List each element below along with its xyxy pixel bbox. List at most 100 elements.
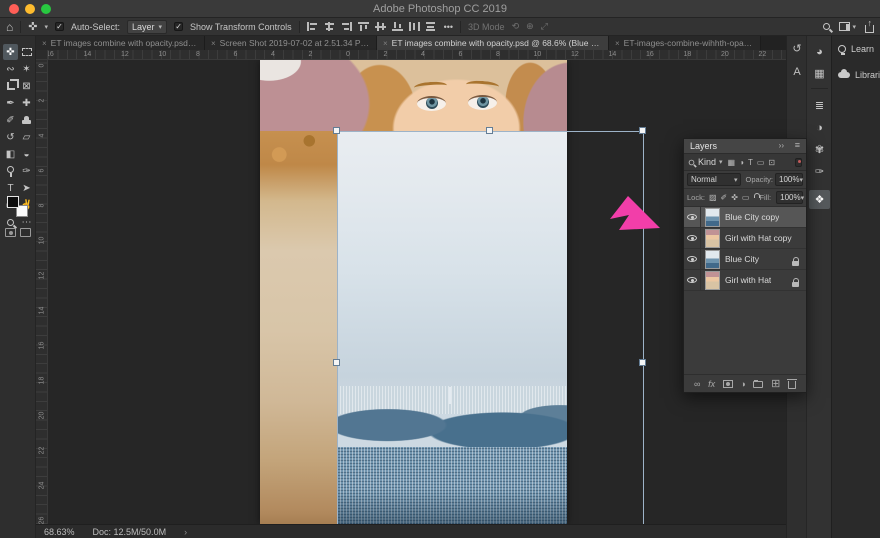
frame-tool[interactable]: ⊠	[19, 78, 34, 94]
document-tab[interactable]: ×ET images combine with opacity.psd @ 33…	[36, 36, 205, 50]
foreground-color-swatch[interactable]	[7, 196, 19, 208]
close-tab-icon[interactable]: ×	[42, 39, 47, 48]
styles-panel-icon[interactable]: ✾	[809, 140, 830, 159]
character-panel-icon[interactable]: A	[787, 66, 807, 78]
blend-mode-dropdown[interactable]: Normal ▾	[687, 173, 741, 186]
rectangular-marquee-tool[interactable]	[19, 44, 34, 60]
layer-thumbnail[interactable]	[705, 250, 720, 269]
workspace-switcher[interactable]: ▾	[839, 22, 856, 31]
type-tool[interactable]: T	[3, 180, 18, 196]
layer-row[interactable]: Girl with Hat copy	[684, 228, 806, 249]
layer-thumbnail[interactable]	[705, 208, 720, 227]
new-layer-icon[interactable]: ⊞	[771, 377, 780, 390]
layer-thumbnail[interactable]	[705, 229, 720, 248]
visibility-cell[interactable]	[684, 270, 701, 290]
pen-tool[interactable]: ✑	[19, 163, 34, 179]
healing-brush-tool[interactable]: ✚	[19, 95, 34, 111]
filter-adjustment-layers-icon[interactable]: ◑	[739, 158, 744, 167]
close-tab-icon[interactable]: ×	[383, 39, 388, 48]
properties-panel-icon[interactable]: ≣	[809, 96, 830, 115]
move-tool[interactable]: ✜	[3, 44, 18, 60]
screen-mode-icon[interactable]	[20, 228, 31, 237]
filter-group-layers-icon[interactable]: ▭	[757, 158, 765, 167]
layer-row[interactable]: Blue City	[684, 249, 806, 270]
document-canvas[interactable]	[260, 60, 567, 524]
align-center-h-icon[interactable]	[324, 22, 335, 31]
visibility-cell[interactable]	[684, 228, 701, 248]
align-middle-icon[interactable]	[375, 22, 386, 31]
lock-position-icon[interactable]: ✜	[731, 193, 738, 202]
align-bottom-icon[interactable]	[392, 22, 403, 31]
layers-panel-title-tab[interactable]: Layers	[690, 141, 717, 151]
layer-row[interactable]: Blue City copy	[684, 207, 806, 228]
fill-dropdown[interactable]: 100% ▾	[776, 191, 803, 204]
adjustments-panel-icon[interactable]: ◑	[809, 118, 830, 137]
opacity-dropdown[interactable]: 100% ▾	[775, 173, 803, 186]
learn-panel-item[interactable]: Learn	[838, 44, 874, 54]
visibility-cell[interactable]	[684, 249, 701, 269]
filter-smart-objects-icon[interactable]: ⊡	[768, 158, 775, 167]
align-top-icon[interactable]	[358, 22, 369, 31]
panel-menu-icon[interactable]: ≡	[795, 140, 800, 150]
path-selection-tool[interactable]: ➤	[19, 180, 34, 196]
document-tab[interactable]: ×Screen Shot 2019-07-02 at 2.51.34 PM.pn…	[205, 36, 377, 50]
show-transform-checkbox[interactable]: ✓	[174, 22, 183, 31]
blur-tool[interactable]: ◒	[19, 146, 34, 162]
eyedropper-tool[interactable]: ✒	[3, 95, 18, 111]
new-adjustment-layer-icon[interactable]: ◑	[740, 379, 745, 389]
chevron-down-icon[interactable]: ▾	[719, 158, 723, 166]
link-layers-icon[interactable]: ∞	[694, 379, 700, 389]
lock-artboard-icon[interactable]: ▭	[742, 193, 750, 202]
crop-tool[interactable]	[3, 78, 18, 94]
document-tab[interactable]: ×ET-images-combine-wihhth-opacity.jpg @ …	[609, 36, 761, 50]
align-left-icon[interactable]	[307, 22, 318, 31]
search-icon[interactable]	[823, 23, 830, 30]
collapse-panel-icon[interactable]: ››	[779, 141, 784, 150]
layers-panel-icon[interactable]: ❖	[809, 190, 830, 209]
quick-mask-mode-icon[interactable]	[5, 228, 16, 237]
layer-thumbnail[interactable]	[705, 271, 720, 290]
brush-tool[interactable]: ✐	[3, 112, 18, 128]
distribute-h-icon[interactable]	[409, 22, 420, 31]
vertical-ruler[interactable]: 02468101214161820222426	[36, 60, 48, 524]
auto-select-checkbox[interactable]: ✓	[55, 22, 64, 31]
more-options-icon[interactable]: •••	[444, 22, 453, 32]
ruler-origin-corner[interactable]	[36, 50, 48, 60]
home-icon[interactable]: ⌂	[6, 20, 13, 34]
color-panel-icon[interactable]: ◕	[809, 42, 830, 61]
eraser-tool[interactable]: ▱	[19, 129, 34, 145]
visibility-cell[interactable]	[684, 207, 701, 227]
filter-kind-value[interactable]: Kind	[698, 157, 716, 167]
handle-top-right[interactable]	[639, 127, 646, 134]
delete-layer-icon[interactable]	[788, 381, 796, 389]
auto-select-target-dropdown[interactable]: Layer ▾	[127, 20, 167, 34]
share-icon[interactable]	[865, 25, 874, 33]
zoom-level-field[interactable]: 68.63%	[44, 527, 75, 537]
handle-mid-right[interactable]	[639, 359, 646, 366]
filter-pixel-layers-icon[interactable]: ▦	[728, 158, 736, 167]
swatches-panel-icon[interactable]: ▦	[809, 64, 830, 83]
close-tab-icon[interactable]: ×	[211, 39, 216, 48]
move-tool-preset-icon[interactable]: ✜	[28, 20, 37, 33]
history-panel-icon[interactable]: ↺	[787, 42, 807, 55]
new-group-icon[interactable]	[753, 381, 763, 388]
clone-stamp-tool[interactable]	[19, 112, 34, 128]
filter-type-layers-icon[interactable]: T	[748, 158, 753, 167]
lock-pixels-icon[interactable]: ✐	[721, 193, 728, 202]
gradient-tool[interactable]: ◧	[3, 146, 18, 162]
filter-toggle-switch[interactable]	[795, 158, 802, 167]
magic-wand-tool[interactable]: ✶	[19, 61, 34, 77]
close-tab-icon[interactable]: ×	[615, 39, 620, 48]
status-chevron-icon[interactable]: ›	[184, 527, 187, 537]
align-right-icon[interactable]	[341, 22, 352, 31]
chevron-down-icon[interactable]: ▾	[44, 23, 48, 31]
add-layer-mask-icon[interactable]	[723, 380, 733, 388]
libraries-panel-item[interactable]: Libraries	[838, 70, 880, 80]
paths-panel-icon[interactable]: ✑	[809, 162, 830, 181]
lasso-tool[interactable]: ∾	[3, 61, 18, 77]
horizontal-ruler[interactable]: 1614121086420246810121416182022	[48, 50, 786, 60]
distribute-v-icon[interactable]	[426, 22, 437, 31]
dodge-tool[interactable]	[3, 163, 18, 179]
lock-transparency-icon[interactable]: ▨	[709, 193, 717, 202]
layer-row[interactable]: Girl with Hat	[684, 270, 806, 291]
